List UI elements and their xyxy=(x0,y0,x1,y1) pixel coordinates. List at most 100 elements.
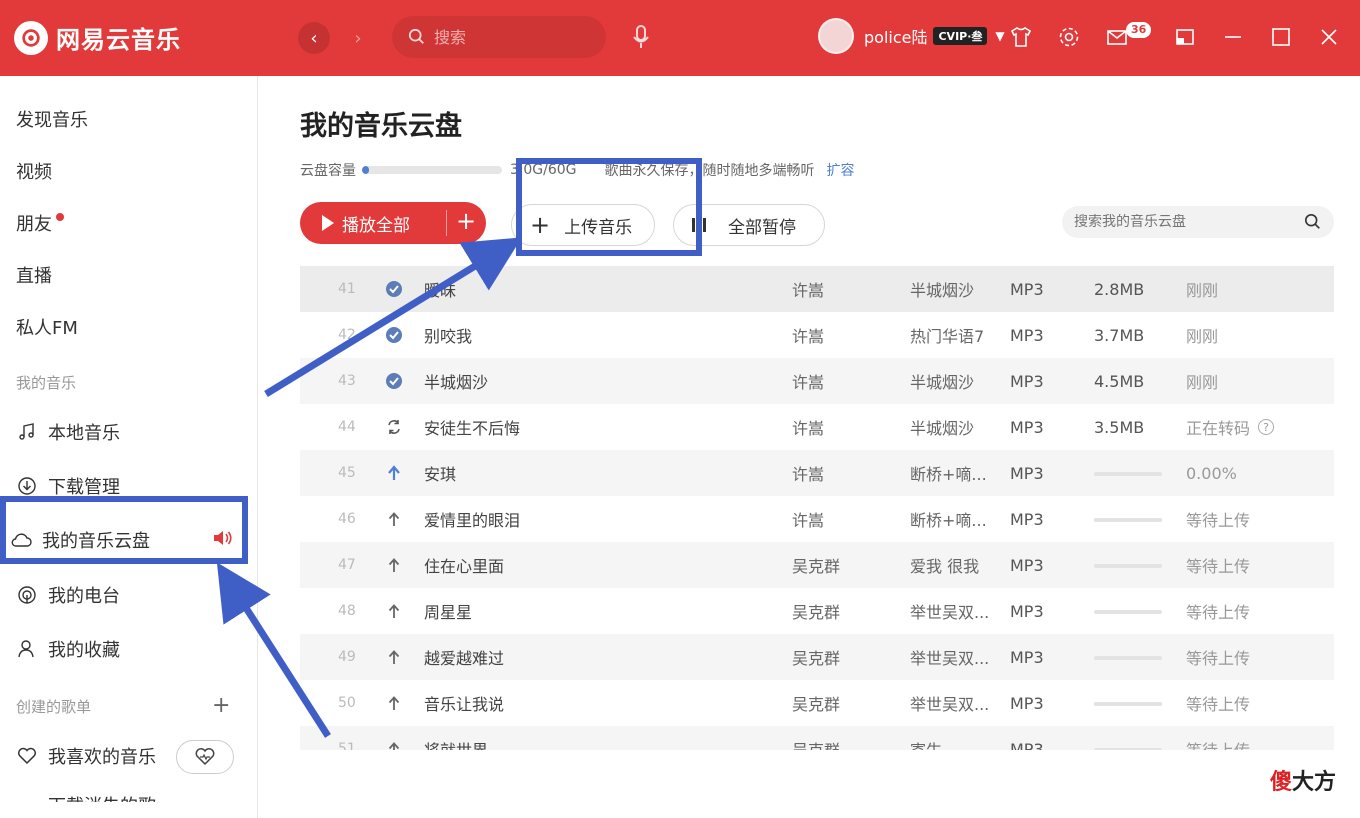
upload-progress xyxy=(1094,648,1162,667)
create-playlist-plus-icon[interactable]: + xyxy=(212,693,230,718)
song-artist[interactable]: 许嵩 xyxy=(792,461,824,485)
song-title[interactable]: 将就世界 xyxy=(424,737,488,750)
sidebar-item-fm[interactable]: 私人FM xyxy=(16,314,78,340)
table-row[interactable]: 45 安琪 许嵩 断桥+嘀... MP3 0.00% xyxy=(300,450,1334,496)
sidebar-item-live[interactable]: 直播 xyxy=(16,262,52,288)
song-album[interactable]: 断桥+嘀... xyxy=(910,507,987,531)
user-profile[interactable]: police陆 CVIP·叁 ▼ xyxy=(818,18,1005,54)
maximize-icon[interactable] xyxy=(1266,22,1296,52)
song-artist[interactable]: 许嵩 xyxy=(792,369,824,393)
forward-button[interactable]: › xyxy=(342,22,374,54)
sidebar-item-video[interactable]: 视频 xyxy=(16,158,52,184)
table-row[interactable]: 43 半城烟沙 许嵩 半城烟沙 MP3 4.5MB 刚刚 xyxy=(300,358,1334,404)
song-title[interactable]: 安琪 xyxy=(424,461,456,485)
upload-status-text: 等待上传 xyxy=(1186,737,1250,750)
sidebar-item-collection[interactable]: 我的收藏 xyxy=(16,636,120,662)
song-album[interactable]: 半城烟沙 xyxy=(910,277,974,301)
cloud-search-box[interactable] xyxy=(1062,206,1334,238)
song-format: MP3 xyxy=(1010,601,1044,621)
song-album[interactable]: 断桥+嘀... xyxy=(910,461,987,485)
song-title[interactable]: 周星星 xyxy=(424,599,472,623)
table-row[interactable]: 51 将就世界 吴克群 寄生 MP3 等待上传 xyxy=(300,726,1334,750)
table-row[interactable]: 41 暧昧 许嵩 半城烟沙 MP3 2.8MB 刚刚 xyxy=(300,266,1334,312)
upload-progress-bar xyxy=(1094,610,1162,614)
song-artist[interactable]: 吴克群 xyxy=(792,599,840,623)
song-album[interactable]: 寄生 xyxy=(910,737,942,750)
heart-icon xyxy=(16,745,38,767)
song-artist[interactable]: 吴克群 xyxy=(792,645,840,669)
song-title[interactable]: 安徒生不后悔 xyxy=(424,415,520,439)
skin-icon[interactable] xyxy=(1006,22,1036,52)
table-row[interactable]: 49 越爱越难过 吴克群 举世吴双... MP3 等待上传 xyxy=(300,634,1334,680)
watermark: 傻大方 xyxy=(1270,764,1336,796)
table-row[interactable]: 46 爱情里的眼泪 许嵩 断桥+嘀... MP3 等待上传 xyxy=(300,496,1334,542)
song-title[interactable]: 住在心里面 xyxy=(424,553,504,577)
song-album[interactable]: 热门华语7 xyxy=(910,323,984,347)
song-title[interactable]: 半城烟沙 xyxy=(424,369,488,393)
avatar[interactable] xyxy=(818,18,854,54)
minimize-icon[interactable] xyxy=(1218,22,1248,52)
play-all-button[interactable]: 播放全部 + xyxy=(300,202,486,244)
add-to-queue-icon[interactable]: + xyxy=(456,207,476,235)
upload-status: 等待上传 xyxy=(1186,507,1250,531)
sidebar-item-discover[interactable]: 发现音乐 xyxy=(16,106,88,132)
search-box[interactable] xyxy=(392,16,606,58)
song-artist[interactable]: 许嵩 xyxy=(792,277,824,301)
table-row[interactable]: 47 住在心里面 吴克群 爱我 很我 MP3 等待上传 xyxy=(300,542,1334,588)
song-artist[interactable]: 许嵩 xyxy=(792,323,824,347)
table-row[interactable]: 50 音乐让我说 吴克群 举世吴双... MP3 等待上传 xyxy=(300,680,1334,726)
song-album[interactable]: 半城烟沙 xyxy=(910,415,974,439)
sidebar: 发现音乐 视频 朋友 直播 私人FM 我的音乐 本地音乐 下载管理 我的音乐云盘… xyxy=(0,76,258,818)
upload-status: 等待上传 xyxy=(1186,599,1250,623)
cloud-search-input[interactable] xyxy=(1074,214,1284,230)
chevron-down-icon[interactable]: ▼ xyxy=(995,29,1004,43)
upload-status: 等待上传 xyxy=(1186,553,1250,577)
heart-mode-button[interactable] xyxy=(176,740,234,774)
search-input[interactable] xyxy=(434,27,584,47)
table-row[interactable]: 42 别咬我 许嵩 热门华语7 MP3 3.7MB 刚刚 xyxy=(300,312,1334,358)
upload-status: 等待上传 xyxy=(1186,645,1250,669)
search-icon[interactable] xyxy=(1304,213,1322,231)
table-row[interactable]: 48 周星星 吴克群 举世吴双... MP3 等待上传 xyxy=(300,588,1334,634)
playlist-item-liked[interactable]: 我喜欢的音乐 xyxy=(16,743,156,769)
song-title[interactable]: 别咬我 xyxy=(424,323,472,347)
sidebar-item-radio[interactable]: 我的电台 xyxy=(16,582,120,608)
row-number: 48 xyxy=(338,603,356,619)
playlist-item-partial[interactable]: 下载消失的歌 xyxy=(16,792,156,802)
song-artist[interactable]: 吴克群 xyxy=(792,553,840,577)
song-title[interactable]: 爱情里的眼泪 xyxy=(424,507,520,531)
upload-status: 刚刚 xyxy=(1186,323,1218,347)
sidebar-item-local-music[interactable]: 本地音乐 xyxy=(16,419,120,445)
app-logo[interactable]: 网易云音乐 xyxy=(14,20,181,55)
vip-badge[interactable]: CVIP·叁 xyxy=(933,27,988,45)
capacity-bar-fill xyxy=(362,166,369,174)
song-album[interactable]: 举世吴双... xyxy=(910,645,989,669)
message-count-badge: 36 xyxy=(1126,22,1152,38)
song-title[interactable]: 暧昧 xyxy=(424,277,456,301)
mini-mode-icon[interactable] xyxy=(1170,22,1200,52)
song-artist[interactable]: 许嵩 xyxy=(792,415,824,439)
back-button[interactable]: ‹ xyxy=(298,22,330,54)
expand-link[interactable]: 扩容 xyxy=(827,160,855,180)
song-artist[interactable]: 吴克群 xyxy=(792,737,840,750)
song-title[interactable]: 越爱越难过 xyxy=(424,645,504,669)
close-icon[interactable] xyxy=(1314,22,1344,52)
music-note-icon xyxy=(16,421,38,443)
song-album[interactable]: 爱我 很我 xyxy=(910,553,979,577)
row-number: 47 xyxy=(338,557,356,573)
table-row[interactable]: 44 安徒生不后悔 许嵩 半城烟沙 MP3 3.5MB 正在转码? xyxy=(300,404,1334,450)
username[interactable]: police陆 xyxy=(864,24,927,48)
settings-icon[interactable] xyxy=(1054,22,1084,52)
upload-status-text: 刚刚 xyxy=(1186,327,1219,346)
sidebar-item-friends[interactable]: 朋友 xyxy=(16,210,64,236)
song-artist[interactable]: 许嵩 xyxy=(792,507,824,531)
song-title[interactable]: 音乐让我说 xyxy=(424,691,504,715)
mic-icon[interactable] xyxy=(626,22,656,52)
row-number: 42 xyxy=(338,327,356,343)
upload-progress-bar xyxy=(1094,656,1162,660)
song-album[interactable]: 举世吴双... xyxy=(910,691,989,715)
song-album[interactable]: 举世吴双... xyxy=(910,599,989,623)
song-album[interactable]: 半城烟沙 xyxy=(910,369,974,393)
song-artist[interactable]: 吴克群 xyxy=(792,691,840,715)
help-icon[interactable]: ? xyxy=(1258,419,1275,435)
